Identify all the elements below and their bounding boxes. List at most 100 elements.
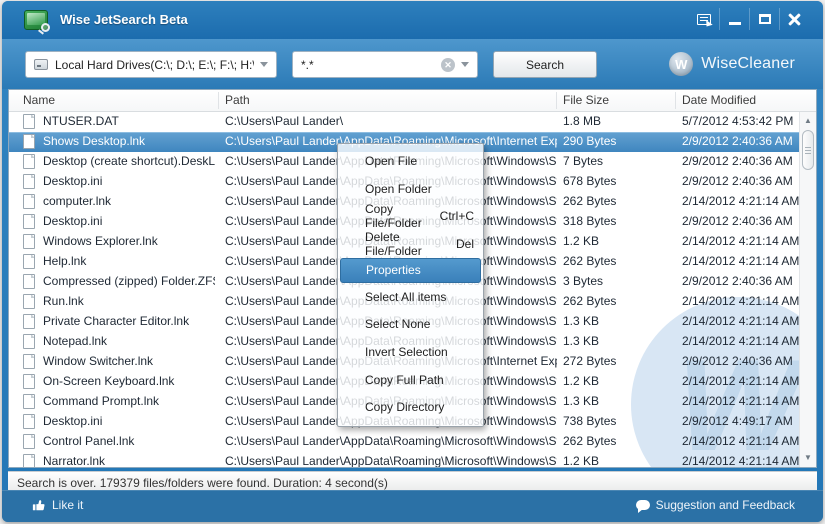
file-icon: [23, 334, 35, 349]
file-icon: [23, 194, 35, 209]
file-icon: [23, 214, 35, 229]
scroll-down-icon[interactable]: ▼: [800, 450, 816, 466]
context-menu-item-copy-file-folder[interactable]: Copy File/Folder Ctrl+C: [338, 202, 483, 230]
cell-path: C:\Users\Paul Lander\AppData\Roaming\Mic…: [225, 454, 557, 468]
file-icon: [23, 354, 35, 369]
minimize-button[interactable]: [719, 8, 749, 30]
context-menu-item-properties[interactable]: Properties: [340, 257, 481, 283]
brand-name: WiseCleaner: [701, 55, 795, 72]
cell-size: 1.2 KB: [563, 234, 600, 248]
scroll-up-icon[interactable]: ▲: [800, 113, 816, 129]
cell-size: 1.3 KB: [563, 334, 600, 348]
cell-date: 2/9/2012 2:40:36 AM: [682, 154, 793, 168]
cell-date: 2/9/2012 2:40:36 AM: [682, 134, 793, 148]
cell-size: 1.3 KB: [563, 394, 600, 408]
cell-size: 738 Bytes: [563, 414, 617, 428]
cell-date: 2/14/2012 4:21:14 AM: [682, 454, 800, 468]
file-icon: [23, 414, 35, 429]
file-icon: [23, 434, 35, 449]
cell-size: 1.3 KB: [563, 314, 600, 328]
context-menu-item-copy-directory[interactable]: Copy Directory: [338, 394, 483, 422]
toolbar: Local Hard Drives(C:\; D:\; E:\; F:\; H:…: [2, 39, 823, 89]
context-menu-item-delete-file-folder[interactable]: Delete File/Folder Del: [338, 230, 483, 258]
cell-size: 1.2 KB: [563, 454, 600, 468]
column-header-date[interactable]: Date Modified: [682, 93, 756, 107]
cell-date: 2/14/2012 4:21:14 AM: [682, 334, 800, 348]
speech-bubble-icon: [635, 500, 650, 513]
menu-item-label: Select None: [365, 317, 431, 332]
app-window: Wise JetSearch Beta Local Hard Drives(C:…: [0, 0, 825, 524]
like-it-label: Like it: [52, 498, 84, 512]
cell-name: Desktop.ini: [43, 174, 103, 188]
drive-selector-value: Local Hard Drives(C:\; D:\; E:\; F:\; H:…: [55, 57, 254, 72]
context-menu-item-open-file[interactable]: Open File: [338, 147, 483, 175]
cell-date: 2/14/2012 4:21:14 AM: [682, 294, 800, 308]
menu-item-label: Open File: [365, 153, 418, 168]
table-row[interactable]: Narrator.lnk C:\Users\Paul Lander\AppData…: [9, 452, 800, 468]
search-input[interactable]: *.* ✕: [292, 51, 478, 78]
table-header: Name Path File Size Date Modified: [9, 90, 816, 112]
menu-item-label: Copy Directory: [365, 400, 445, 415]
search-input-value: *.*: [301, 57, 314, 72]
file-icon: [23, 394, 35, 409]
wisecleaner-icon: W: [669, 52, 694, 76]
menu-icon: [697, 13, 713, 29]
cell-name: Command Prompt.lnk: [43, 394, 160, 408]
clear-icon[interactable]: ✕: [441, 57, 455, 72]
context-menu-item-invert-selection[interactable]: Invert Selection: [338, 338, 483, 366]
feedback-menu-button[interactable]: [689, 8, 719, 30]
menu-item-label: Copy Full Path: [365, 372, 444, 387]
column-header-size[interactable]: File Size: [563, 93, 609, 107]
cell-size: 262 Bytes: [563, 294, 617, 308]
table-row[interactable]: NTUSER.DAT C:\Users\Paul Lander\ 1.8 MB 5/7…: [9, 112, 799, 132]
status-text: Search is over. 179379 files/folders wer…: [17, 475, 388, 490]
table-row[interactable]: Control Panel.lnk C:\Users\Paul Lander\Ap…: [9, 432, 799, 452]
feedback-link[interactable]: Suggestion and Feedback: [635, 498, 795, 513]
menu-item-label: Select All items: [365, 289, 447, 304]
cell-name: Private Character Editor.lnk: [43, 314, 190, 328]
close-icon: [788, 12, 801, 26]
menu-item-shortcut: Del: [455, 236, 474, 251]
cell-size: 290 Bytes: [563, 134, 617, 148]
menu-item-shortcut: Ctrl+C: [439, 209, 474, 224]
chevron-down-icon: [260, 62, 268, 67]
cell-date: 2/14/2012 4:21:14 AM: [682, 194, 800, 208]
close-button[interactable]: [779, 8, 809, 30]
cell-name: Desktop.ini: [43, 414, 103, 428]
file-icon: [23, 154, 35, 169]
chevron-down-icon: [461, 62, 469, 67]
column-header-path[interactable]: Path: [225, 93, 250, 107]
brand-logo: W WiseCleaner: [669, 52, 795, 76]
cell-date: 2/14/2012 4:21:14 AM: [682, 314, 800, 328]
file-icon: [23, 314, 35, 329]
menu-item-label: Invert Selection: [365, 344, 448, 359]
menu-item-label: Copy File/Folder: [365, 202, 422, 231]
cell-name: NTUSER.DAT: [43, 114, 119, 128]
cell-date: 5/7/2012 4:53:42 PM: [682, 114, 794, 128]
cell-size: 1.2 KB: [563, 374, 600, 388]
context-menu-item-open-folder[interactable]: Open Folder: [338, 175, 483, 203]
title-bar: Wise JetSearch Beta: [2, 1, 823, 39]
file-icon: [23, 114, 35, 129]
like-it-link[interactable]: Like it: [32, 498, 83, 512]
cell-name: Desktop (create shortcut).DeskLink: [43, 154, 215, 168]
column-header-name[interactable]: Name: [23, 93, 55, 107]
cell-date: 2/9/2012 2:40:36 AM: [682, 174, 793, 188]
cell-name: Run.lnk: [43, 294, 84, 308]
file-icon: [23, 234, 35, 249]
context-menu-item-select-all-items[interactable]: Select All items: [338, 283, 483, 311]
context-menu-item-select-none[interactable]: Select None: [338, 310, 483, 338]
thumbs-up-icon: [32, 500, 45, 511]
scrollbar-thumb[interactable]: [802, 130, 814, 170]
file-icon: [23, 454, 35, 467]
menu-item-label: Properties: [366, 263, 421, 278]
cell-date: 2/14/2012 4:21:14 AM: [682, 254, 800, 268]
vertical-scrollbar[interactable]: ▲ ▼: [799, 112, 816, 467]
cell-name: Control Panel.lnk: [43, 434, 135, 448]
maximize-button[interactable]: [749, 8, 779, 30]
context-menu-item-copy-full-path[interactable]: Copy Full Path: [338, 366, 483, 394]
cell-name: Notepad.lnk: [43, 334, 108, 348]
drive-selector[interactable]: Local Hard Drives(C:\; D:\; E:\; F:\; H:…: [25, 51, 277, 78]
cell-size: 7 Bytes: [563, 154, 604, 168]
search-button[interactable]: Search: [493, 51, 597, 78]
